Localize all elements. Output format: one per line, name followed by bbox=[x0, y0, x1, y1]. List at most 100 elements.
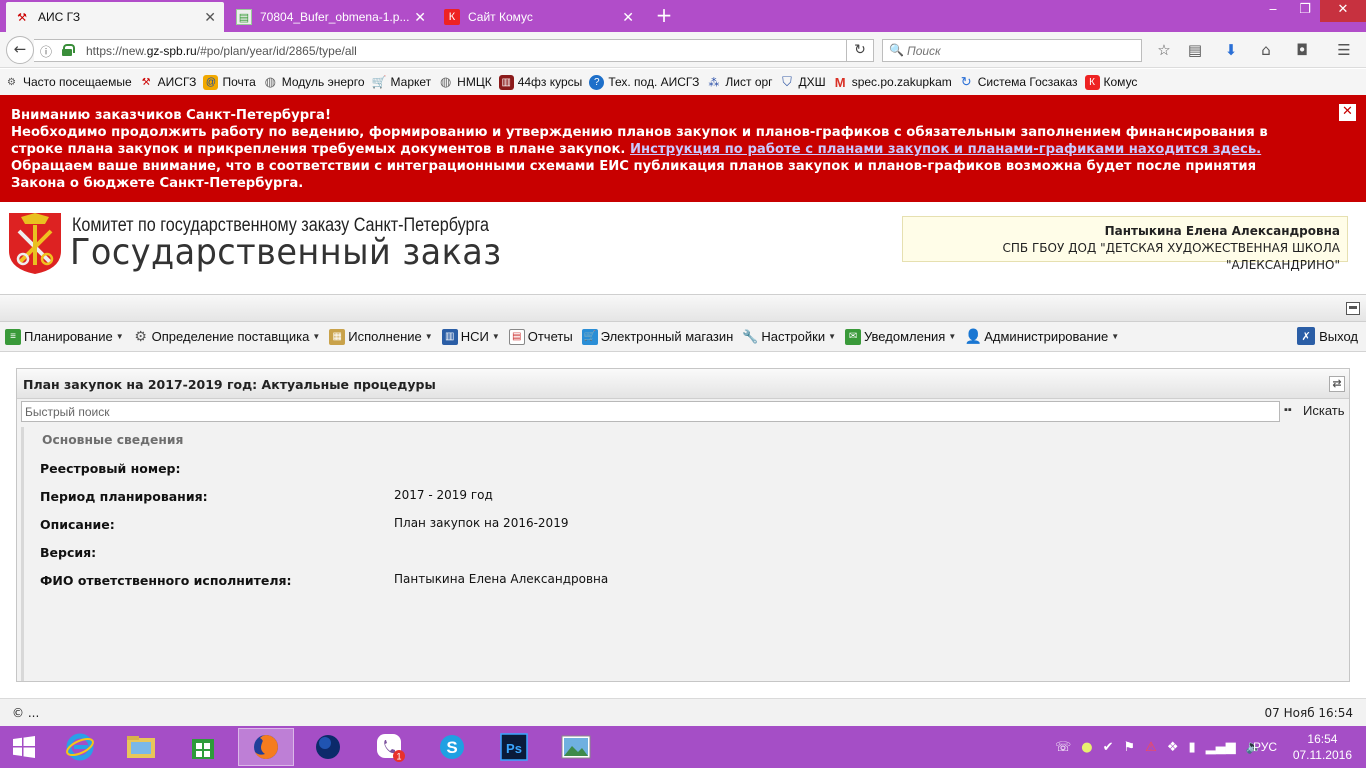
menu-item-planning[interactable]: ≡ Планирование ▼ bbox=[5, 328, 124, 345]
browser-search-box[interactable]: 🔍 bbox=[882, 39, 1142, 62]
bookmark-item[interactable]: @ Почта bbox=[203, 74, 256, 90]
spb-emblem-icon bbox=[9, 213, 61, 274]
new-tab-button[interactable]: + bbox=[652, 4, 676, 28]
menu-item-reports[interactable]: ▤ Отчеты bbox=[508, 328, 573, 345]
antivirus-icon[interactable]: ⚠ bbox=[1145, 740, 1157, 755]
logout-button[interactable]: ✗ Выход bbox=[1297, 327, 1358, 345]
start-button[interactable] bbox=[0, 728, 48, 766]
system-tray: ☏ ● ✔ ⚑ ⚠ ❖ ▮ ▂▄▆ 🔈 bbox=[1055, 738, 1268, 756]
taskbar-clock[interactable]: 16:54 07.11.2016 bbox=[1293, 731, 1352, 763]
reading-list-icon[interactable]: ▤ bbox=[1184, 41, 1206, 61]
home-icon[interactable]: ⌂ bbox=[1255, 41, 1277, 61]
language-indicator[interactable]: РУС bbox=[1253, 740, 1277, 754]
hamburger-menu-icon[interactable]: ☰ bbox=[1333, 41, 1355, 61]
download-icon[interactable]: ⬇ bbox=[1220, 41, 1242, 61]
menu-item-execution[interactable]: ▦ Исполнение ▼ bbox=[329, 328, 433, 345]
window-close-button[interactable]: ✕ bbox=[1320, 0, 1366, 22]
quick-search-input[interactable] bbox=[21, 401, 1280, 422]
tab-komus[interactable]: К Сайт Комус ✕ bbox=[436, 2, 642, 32]
bookmark-item[interactable]: Mspec.po.zakupkam bbox=[833, 75, 952, 90]
book-icon: ▥ bbox=[441, 328, 458, 345]
explorer-taskbar-button[interactable] bbox=[113, 728, 169, 766]
site-title: Государственный заказ bbox=[70, 232, 502, 273]
address-bar[interactable]: ⓘ https://new.gz-spb.ru/#po/plan/year/id… bbox=[34, 39, 874, 62]
tab-bufer-obmena[interactable]: ▤ 70804_Bufer_obmena-1.p... ✕ bbox=[228, 2, 434, 32]
windows-taskbar: 1 S Ps ☏ ● ✔ ⚑ ⚠ ❖ ▮ ▂▄▆ 🔈 РУС 16:54 07. bbox=[0, 726, 1366, 768]
instruction-link[interactable]: Инструкция по работе с планами закупок и… bbox=[630, 142, 1261, 157]
notice-banner: Вниманию заказчиков Санкт-Петербурга! Не… bbox=[0, 95, 1366, 202]
viber-taskbar-button[interactable]: 1 bbox=[362, 728, 418, 766]
flag-icon[interactable]: ⚑ bbox=[1124, 740, 1136, 755]
notice-close-button[interactable]: ✕ bbox=[1339, 104, 1356, 121]
caret-down-icon: ▼ bbox=[491, 332, 500, 341]
browser-search-input[interactable] bbox=[907, 42, 1137, 59]
main-menu: ≡ Планирование ▼ ⚙ Определение поставщика… bbox=[0, 322, 1366, 352]
store-taskbar-button[interactable] bbox=[175, 728, 231, 766]
refresh-icon: ⇄ bbox=[1332, 377, 1342, 390]
panel-refresh-button[interactable]: ⇄ bbox=[1329, 376, 1345, 392]
site-header: Комитет по государственному заказу Санкт… bbox=[0, 202, 1366, 294]
books-icon: ▥ bbox=[498, 74, 514, 90]
menu-item-settings[interactable]: 🔧 Настройки ▼ bbox=[742, 329, 836, 345]
close-icon[interactable]: ✕ bbox=[414, 9, 426, 26]
internet-explorer-icon bbox=[66, 733, 94, 761]
collapse-header-button[interactable] bbox=[1346, 302, 1360, 315]
bookmark-item[interactable]: ⚒ АИСГЗ bbox=[139, 75, 197, 90]
app-tray-icon[interactable]: ● bbox=[1081, 740, 1092, 755]
bookmark-item[interactable]: ⁂ Лист орг bbox=[706, 75, 772, 90]
app-taskbar-button[interactable] bbox=[300, 728, 356, 766]
menu-item-notifications[interactable]: ✉ Уведомления ▼ bbox=[845, 328, 956, 345]
bookmark-item[interactable]: ◍ Модуль энерго bbox=[263, 74, 365, 90]
komus-icon: К bbox=[1084, 74, 1100, 90]
search-icon: 🔍 bbox=[889, 43, 904, 57]
menu-item-supplier[interactable]: ⚙ Определение поставщика ▼ bbox=[133, 328, 320, 345]
bookmark-item[interactable]: ↻ Система Госзаказ bbox=[959, 74, 1078, 90]
viber-tray-icon[interactable]: ☏ bbox=[1055, 740, 1071, 755]
battery-icon[interactable]: ▮ bbox=[1188, 740, 1195, 755]
bookmark-item[interactable]: К Комус bbox=[1084, 74, 1137, 90]
star-icon[interactable]: ☆ bbox=[1153, 41, 1175, 61]
reload-icon: ↻ bbox=[854, 42, 866, 58]
photos-taskbar-button[interactable] bbox=[548, 728, 604, 766]
reload-button[interactable]: ↻ bbox=[846, 39, 874, 62]
clock-date: 07.11.2016 bbox=[1292, 748, 1352, 762]
binoculars-icon: ▪▪ bbox=[1284, 403, 1292, 416]
skype-taskbar-button[interactable]: S bbox=[424, 728, 480, 766]
signal-icon[interactable]: ▂▄▆ bbox=[1206, 740, 1236, 755]
pocket-icon[interactable]: ◘ bbox=[1291, 41, 1313, 61]
tab-ais-gz[interactable]: ⚒ АИС ГЗ ✕ bbox=[6, 2, 224, 32]
bookmark-item[interactable]: 🛒 Маркет bbox=[372, 75, 432, 90]
caret-down-icon: ▼ bbox=[1111, 332, 1120, 341]
shield-tray-icon[interactable]: ✔ bbox=[1103, 740, 1114, 755]
menu-item-nsi[interactable]: ▥ НСИ ▼ bbox=[441, 328, 500, 345]
viber-icon: 1 bbox=[377, 734, 405, 762]
minimize-button[interactable]: ‒ bbox=[1258, 0, 1288, 22]
bookmark-item[interactable]: ⚙ Часто посещаемые bbox=[4, 75, 132, 90]
bookmark-item[interactable]: ▥ 44фз курсы bbox=[498, 74, 582, 90]
bookmark-item[interactable]: ? Тех. под. АИСГЗ bbox=[589, 74, 699, 90]
field-label-description: Описание: bbox=[40, 517, 115, 532]
user-organization: СПБ ГБОУ ДОД "ДЕТСКАЯ ХУДОЖЕСТВЕННАЯ ШКО… bbox=[1002, 241, 1340, 272]
page-footer: © ... 07 Нояб 16:54 bbox=[0, 698, 1366, 726]
panel-title: План закупок на 2017-2019 год: Актуальны… bbox=[17, 369, 1349, 399]
dropbox-icon[interactable]: ❖ bbox=[1167, 740, 1179, 755]
close-icon[interactable]: ✕ bbox=[622, 9, 634, 26]
info-icon[interactable]: ⓘ bbox=[40, 43, 52, 60]
menu-item-eshop[interactable]: 🛒 Электронный магазин bbox=[581, 328, 733, 345]
bookmark-item[interactable]: ◍ НМЦК bbox=[438, 74, 492, 90]
user-icon: 👤 bbox=[964, 328, 982, 344]
bookmark-item[interactable]: ⛉ ДХШ bbox=[780, 74, 826, 90]
firefox-taskbar-button[interactable] bbox=[238, 728, 294, 766]
lock-icon bbox=[62, 44, 75, 56]
maximize-button[interactable]: ❐ bbox=[1290, 0, 1320, 22]
back-button[interactable]: ← bbox=[6, 36, 34, 64]
close-icon[interactable]: ✕ bbox=[204, 9, 216, 26]
notification-icon: ✉ bbox=[845, 328, 862, 345]
menu-item-admin[interactable]: 👤 Администрирование ▼ bbox=[964, 328, 1120, 345]
document-icon: ▤ bbox=[236, 9, 252, 25]
search-button[interactable]: ▪▪ Искать bbox=[1284, 403, 1345, 418]
ie-taskbar-button[interactable] bbox=[52, 728, 108, 766]
field-value-responsible: Пантыкина Елена Александровна bbox=[394, 572, 609, 586]
photoshop-taskbar-button[interactable]: Ps bbox=[486, 728, 542, 766]
cogs-icon: ⚙ bbox=[134, 328, 147, 344]
